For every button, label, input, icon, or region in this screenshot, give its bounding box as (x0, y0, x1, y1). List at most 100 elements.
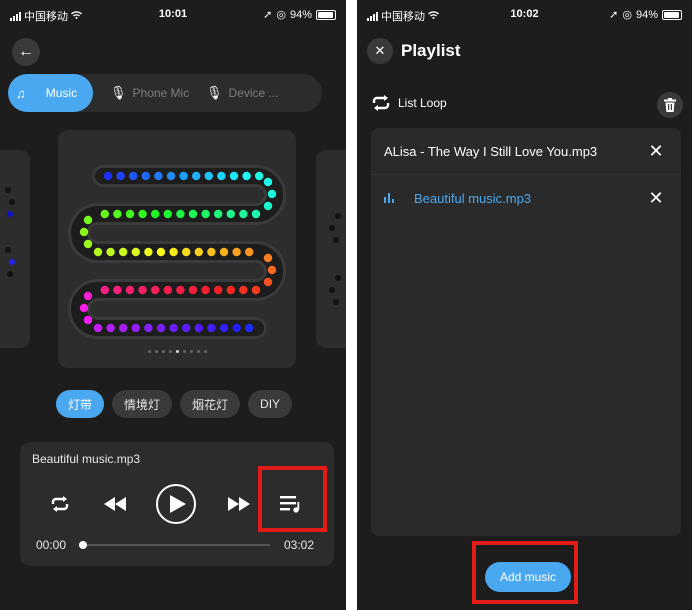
battery-label: 94% (289, 8, 312, 21)
led-dot (156, 247, 166, 257)
led-dot (239, 285, 248, 295)
pattern-card-next[interactable] (316, 150, 346, 348)
add-music-button[interactable]: Add music (485, 562, 571, 592)
playlist-item[interactable]: ALisa - The Way I Still Love You.mp3 ✕ (371, 128, 681, 174)
clear-playlist-button[interactable] (657, 92, 683, 118)
remove-track-button[interactable]: ✕ (645, 140, 667, 162)
led-dot (226, 285, 235, 295)
led-dot (83, 315, 93, 325)
source-tab-label: Music (45, 86, 78, 100)
led-dot (182, 247, 191, 257)
progress-bar[interactable] (79, 541, 270, 549)
led-dot (201, 285, 210, 295)
page-dot (203, 350, 207, 353)
page-dot (182, 350, 186, 353)
source-tab-music[interactable]: ♫ Music (8, 74, 94, 112)
led-dot (226, 209, 235, 219)
led-dot (176, 209, 185, 219)
led-dot (188, 209, 198, 219)
playlist-icon (280, 496, 300, 513)
close-button[interactable]: ✕ (367, 38, 393, 64)
led-dot (138, 285, 147, 295)
led-dot (144, 323, 153, 333)
led-dot (125, 209, 135, 219)
led-dot (219, 323, 229, 333)
led-dot (83, 239, 93, 249)
led-dot (151, 285, 160, 295)
led-dot (169, 247, 178, 257)
category-tab-light-strip[interactable]: 灯带 (56, 390, 105, 418)
led-dot (83, 291, 93, 301)
category-tab-diy[interactable]: DIY (248, 390, 293, 418)
led-dot (214, 209, 223, 219)
alarm-icon: ◎ (622, 9, 632, 21)
remove-track-button[interactable]: ✕ (645, 187, 667, 209)
led-dot (106, 247, 115, 257)
playlist-button[interactable] (276, 484, 306, 524)
fast-forward-icon (228, 497, 250, 511)
led-dot (239, 209, 248, 219)
pattern-card-previous[interactable] (0, 150, 30, 348)
led-dot (125, 285, 135, 295)
status-bar: 中国移动 10:01 ➚ ◎ 94% (0, 0, 346, 26)
battery-icon (662, 9, 682, 20)
led-dot (100, 209, 109, 219)
playlist-panel: ALisa - The Way I Still Love You.mp3 ✕ B… (371, 128, 681, 536)
category-tab-firework-light[interactable]: 烟花灯 (180, 390, 241, 418)
microphone-icon: 🎙 (110, 85, 127, 100)
led-dot (106, 323, 115, 333)
music-note-icon: ♫ (16, 85, 26, 101)
page-dot (154, 350, 158, 353)
back-button[interactable]: ← (12, 38, 40, 66)
led-dot (83, 215, 93, 225)
close-icon: ✕ (374, 43, 386, 58)
led-dot (245, 323, 254, 333)
play-button[interactable] (156, 484, 196, 524)
source-tab-device-mic[interactable]: 🎙 Device ... (206, 74, 279, 112)
led-dot (119, 323, 128, 333)
led-dot (267, 265, 277, 275)
location-icon: ➚ (263, 9, 273, 21)
page-dot (168, 350, 172, 353)
led-dot (245, 247, 254, 257)
microphone-icon: 🎙 (206, 85, 223, 100)
led-pattern-card[interactable] (58, 130, 296, 368)
playlist-screen: 中国移动 10:02 ➚ ◎ 94% ✕ Playlist List Loop (357, 0, 692, 610)
category-tab-scene-light[interactable]: 情境灯 (112, 390, 173, 418)
repeat-icon (51, 496, 69, 512)
progress-knob[interactable] (79, 541, 87, 549)
led-dot (179, 171, 188, 181)
status-bar: 中国移动 10:02 ➚ ◎ 94% (357, 0, 692, 26)
loop-mode-button[interactable]: List Loop (371, 95, 447, 111)
led-dot (119, 247, 128, 257)
led-dot (242, 171, 251, 181)
led-dot (207, 323, 216, 333)
previous-track-button[interactable] (100, 484, 130, 524)
battery-icon (316, 9, 336, 20)
source-tab-label: Device ... (228, 86, 279, 100)
source-tab-phone-mic[interactable]: 🎙 Phone Mic (110, 74, 189, 112)
led-dot (93, 323, 103, 333)
repeat-button[interactable] (46, 484, 74, 524)
led-dot (194, 323, 203, 333)
led-strip-preview (68, 165, 286, 339)
playlist-item-playing[interactable]: Beautiful music.mp3 ✕ (371, 175, 681, 221)
equalizer-icon (384, 193, 394, 203)
led-dot (251, 209, 261, 219)
led-dot (251, 285, 261, 295)
led-dot (263, 253, 273, 263)
led-dot (182, 323, 191, 333)
led-dot (163, 209, 172, 219)
led-dot (263, 177, 273, 187)
close-icon: ✕ (648, 187, 664, 208)
led-dot (217, 171, 226, 181)
led-dot (194, 247, 203, 257)
led-dot (166, 171, 176, 181)
led-dot (232, 247, 241, 257)
led-dot (79, 303, 89, 313)
led-dot (163, 285, 172, 295)
next-track-button[interactable] (224, 484, 254, 524)
led-dots-partial (329, 213, 341, 305)
led-dot (100, 285, 109, 295)
category-tabs: 灯带 情境灯 烟花灯 DIY (56, 390, 293, 418)
